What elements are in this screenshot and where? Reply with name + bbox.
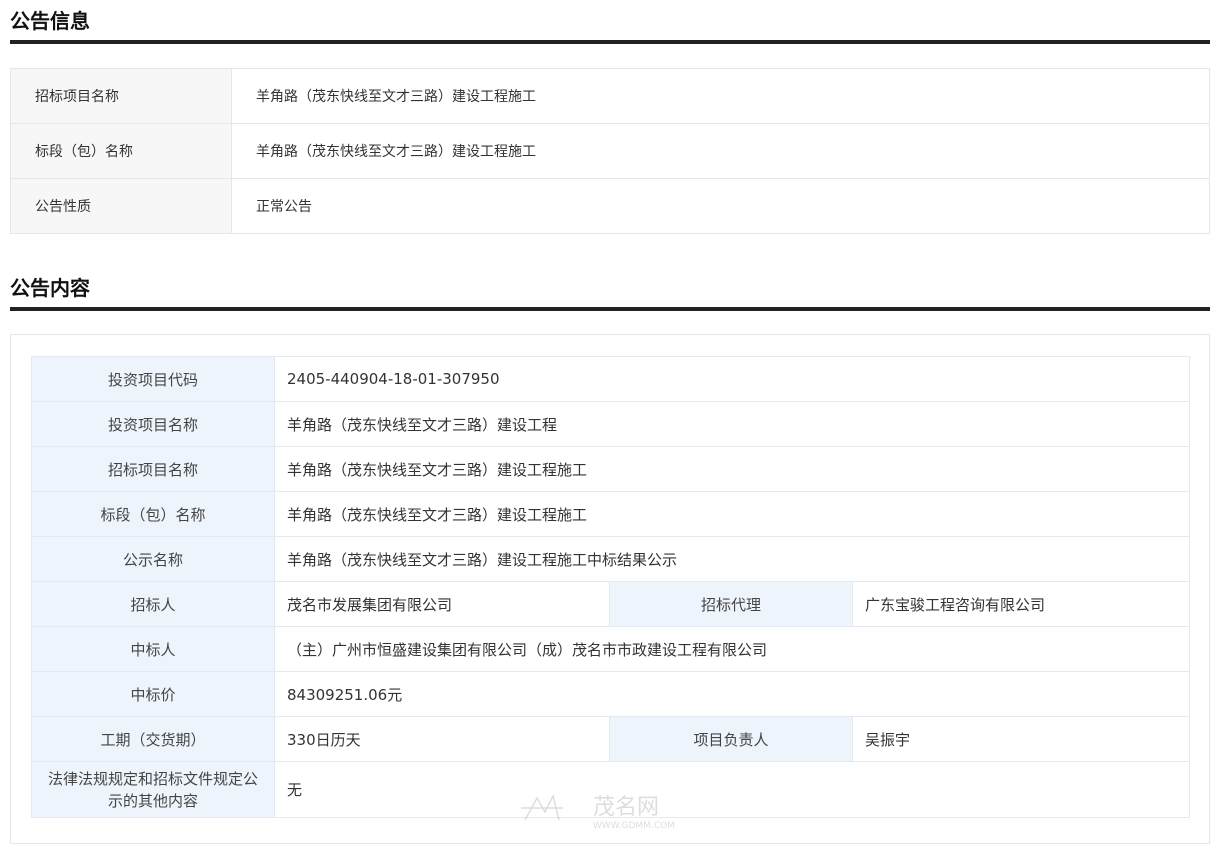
other-content-label: 法律法规规定和招标文件规定公示的其他内容 [31, 761, 275, 818]
winner-label: 中标人 [31, 626, 275, 672]
announcement-info-title: 公告信息 [10, 9, 90, 33]
table-row: 公示名称 羊角路（茂东快线至文才三路）建设工程施工中标结果公示 [31, 536, 1191, 582]
announcement-info-table: 招标项目名称 羊角路（茂东快线至文才三路）建设工程施工 标段（包）名称 羊角路（… [10, 68, 1210, 234]
section-name-label: 标段（包）名称 [31, 491, 275, 537]
watermark-url: WWW.GDMM.COM [593, 821, 675, 830]
section-name-value: 羊角路（茂东快线至文才三路）建设工程施工 [256, 144, 536, 160]
site-watermark: 茂名网 WWW.GDMM.COM [521, 793, 675, 830]
winner-value: （主）广州市恒盛建设集团有限公司（成）茂名市市政建设工程有限公司 [273, 626, 1191, 672]
table-row: 中标价 84309251.06元 [31, 671, 1191, 717]
tenderer-value: 茂名市发展集团有限公司 [274, 581, 610, 627]
announcement-content-panel: 投资项目代码 2405-440904-18-01-307950 投资项目名称 羊… [10, 334, 1210, 844]
investment-name-value: 羊角路（茂东快线至文才三路）建设工程 [273, 401, 1191, 447]
table-row: 工期（交货期） 330日历天 项目负责人 吴振宇 [31, 716, 1191, 762]
agent-label: 招标代理 [609, 581, 853, 627]
price-value: 84309251.06元 [273, 671, 1191, 717]
tender-name-label: 招标项目名称 [31, 446, 275, 492]
tender-project-name-value: 羊角路（茂东快线至文才三路）建设工程施工 [256, 89, 536, 105]
investment-code-label: 投资项目代码 [31, 356, 275, 402]
notice-name-label: 公示名称 [31, 536, 275, 582]
tenderer-label: 招标人 [31, 581, 275, 627]
table-row: 投资项目名称 羊角路（茂东快线至文才三路）建设工程 [31, 401, 1191, 447]
manager-label: 项目负责人 [609, 716, 853, 762]
manager-value: 吴振宇 [851, 716, 1191, 762]
announcement-content-title: 公告内容 [10, 276, 90, 300]
duration-label: 工期（交货期） [31, 716, 275, 762]
notice-type-value: 正常公告 [256, 199, 312, 215]
table-row: 招标项目名称 羊角路（茂东快线至文才三路）建设工程施工 [11, 69, 1209, 124]
watermark-text: 茂名网 [593, 795, 659, 820]
tender-name-value: 羊角路（茂东快线至文才三路）建设工程施工 [273, 446, 1191, 492]
announcement-info-header: 公告信息 [10, 8, 1210, 44]
table-row: 投资项目代码 2405-440904-18-01-307950 [31, 356, 1191, 402]
agent-value: 广东宝骏工程咨询有限公司 [851, 581, 1191, 627]
table-row: 招标项目名称 羊角路（茂东快线至文才三路）建设工程施工 [31, 446, 1191, 492]
section-name-value: 羊角路（茂东快线至文才三路）建设工程施工 [273, 491, 1191, 537]
duration-value: 330日历天 [274, 716, 610, 762]
table-row: 中标人 （主）广州市恒盛建设集团有限公司（成）茂名市市政建设工程有限公司 [31, 626, 1191, 672]
price-label: 中标价 [31, 671, 275, 717]
notice-name-value: 羊角路（茂东快线至文才三路）建设工程施工中标结果公示 [273, 536, 1191, 582]
notice-type-label: 公告性质 [11, 179, 232, 233]
investment-name-label: 投资项目名称 [31, 401, 275, 447]
investment-code-value: 2405-440904-18-01-307950 [273, 356, 1191, 402]
tender-project-name-label: 招标项目名称 [11, 69, 232, 123]
table-row: 公告性质 正常公告 [11, 179, 1209, 233]
star-logo-icon [521, 793, 563, 821]
award-result-table: 投资项目代码 2405-440904-18-01-307950 投资项目名称 羊… [31, 356, 1191, 818]
section-name-label: 标段（包）名称 [11, 124, 232, 178]
table-row: 标段（包）名称 羊角路（茂东快线至文才三路）建设工程施工 [31, 491, 1191, 537]
table-row: 招标人 茂名市发展集团有限公司 招标代理 广东宝骏工程咨询有限公司 [31, 581, 1191, 627]
table-row: 标段（包）名称 羊角路（茂东快线至文才三路）建设工程施工 [11, 124, 1209, 179]
announcement-content-header: 公告内容 [10, 275, 1210, 311]
other-content-value: 无 [273, 761, 1191, 818]
